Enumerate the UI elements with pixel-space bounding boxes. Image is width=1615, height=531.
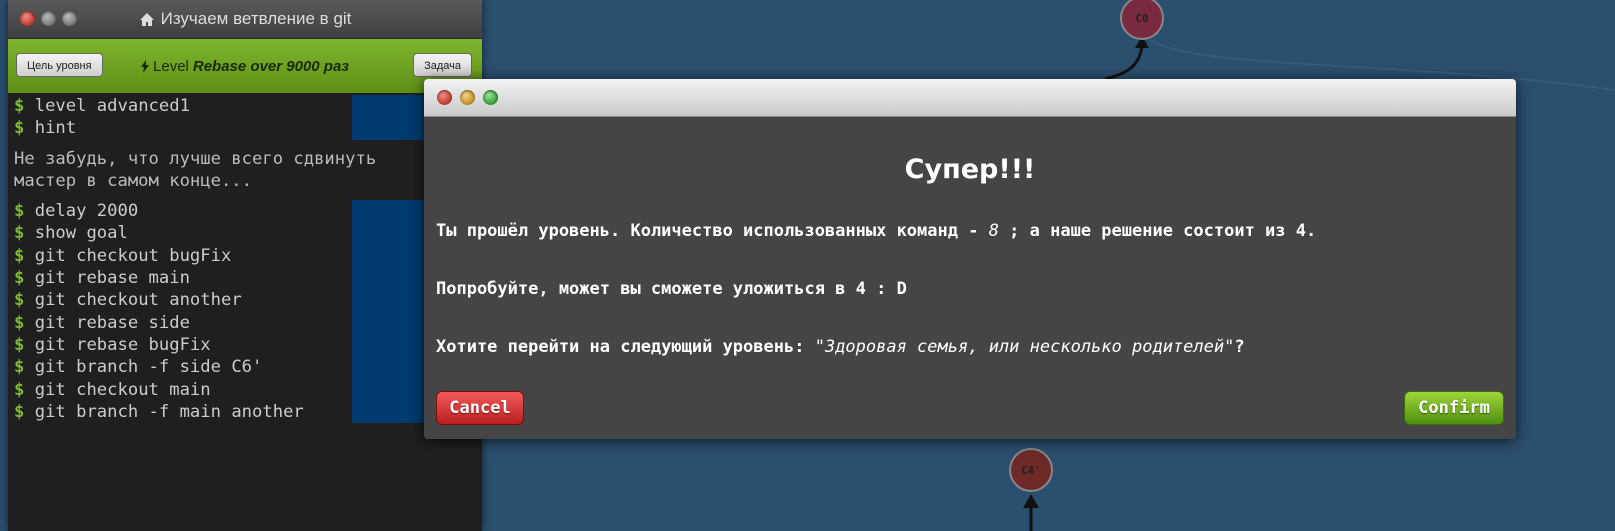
command-history-top: $ level advanced1 $ hint xyxy=(14,95,476,140)
task-button[interactable]: Задача xyxy=(413,53,472,77)
hint-output: Не забудь, что лучше всего сдвинуть маст… xyxy=(14,148,387,191)
dialog-minimize-button[interactable] xyxy=(460,90,475,105)
close-window-button[interactable] xyxy=(20,11,35,26)
command-count: 8 xyxy=(988,221,999,241)
next-level-text: Хотите перейти на следующий уровень: "Зд… xyxy=(436,337,1245,357)
dialog-window-controls xyxy=(437,90,498,105)
dialog-body: Супер!!! Ты прошёл уровень. Количество и… xyxy=(424,154,1516,425)
commit-node-c4-prime[interactable]: C4' xyxy=(1009,448,1053,492)
cancel-button[interactable]: Cancel xyxy=(436,391,524,425)
window-controls xyxy=(20,11,77,26)
terminal-window: Изучаем ветвление в git Цель уровня Leve… xyxy=(8,0,482,531)
dialog-titlebar xyxy=(424,79,1516,117)
terminal-output: $ level advanced1 $ hint Не забудь, что … xyxy=(8,93,482,425)
svg-text:C4': C4' xyxy=(1021,464,1041,477)
suggestion-text: Попробуйте, может вы сможете уложиться в… xyxy=(436,279,907,299)
maximize-window-button[interactable] xyxy=(62,11,77,26)
output-highlight xyxy=(352,95,432,140)
dialog-maximize-button[interactable] xyxy=(483,90,498,105)
level-name: Rebase over 9000 раз xyxy=(192,57,349,75)
home-icon xyxy=(139,12,154,26)
minimize-window-button[interactable] xyxy=(41,11,56,26)
commit-node-c0[interactable]: C0 xyxy=(1120,0,1164,40)
dialog-close-button[interactable] xyxy=(437,90,452,105)
goal-button[interactable]: Цель уровня xyxy=(16,53,103,77)
level-toolbar: Цель уровня Level Rebase over 9000 раз З… xyxy=(8,39,482,93)
next-level-name: "Здоровая семья, или несколько родителей… xyxy=(814,337,1235,357)
level-label: Level Rebase over 9000 раз xyxy=(141,58,349,75)
terminal-title: Изучаем ветвление в git xyxy=(139,9,352,29)
level-prefix: Level xyxy=(153,57,189,75)
dialog-heading: Супер!!! xyxy=(904,154,1036,185)
confirm-button[interactable]: Confirm xyxy=(1404,391,1504,425)
output-highlight xyxy=(352,200,432,424)
command-history-bottom: $ delay 2000 $ show goal $ git checkout … xyxy=(14,200,476,424)
terminal-title-text: Изучаем ветвление в git xyxy=(160,9,352,28)
svg-text:C0: C0 xyxy=(1135,12,1148,25)
terminal-titlebar: Изучаем ветвление в git xyxy=(8,0,482,39)
result-text: Ты прошёл уровень. Количество использова… xyxy=(436,221,1317,241)
bolt-icon xyxy=(141,59,150,73)
level-complete-dialog: Супер!!! Ты прошёл уровень. Количество и… xyxy=(424,79,1516,439)
